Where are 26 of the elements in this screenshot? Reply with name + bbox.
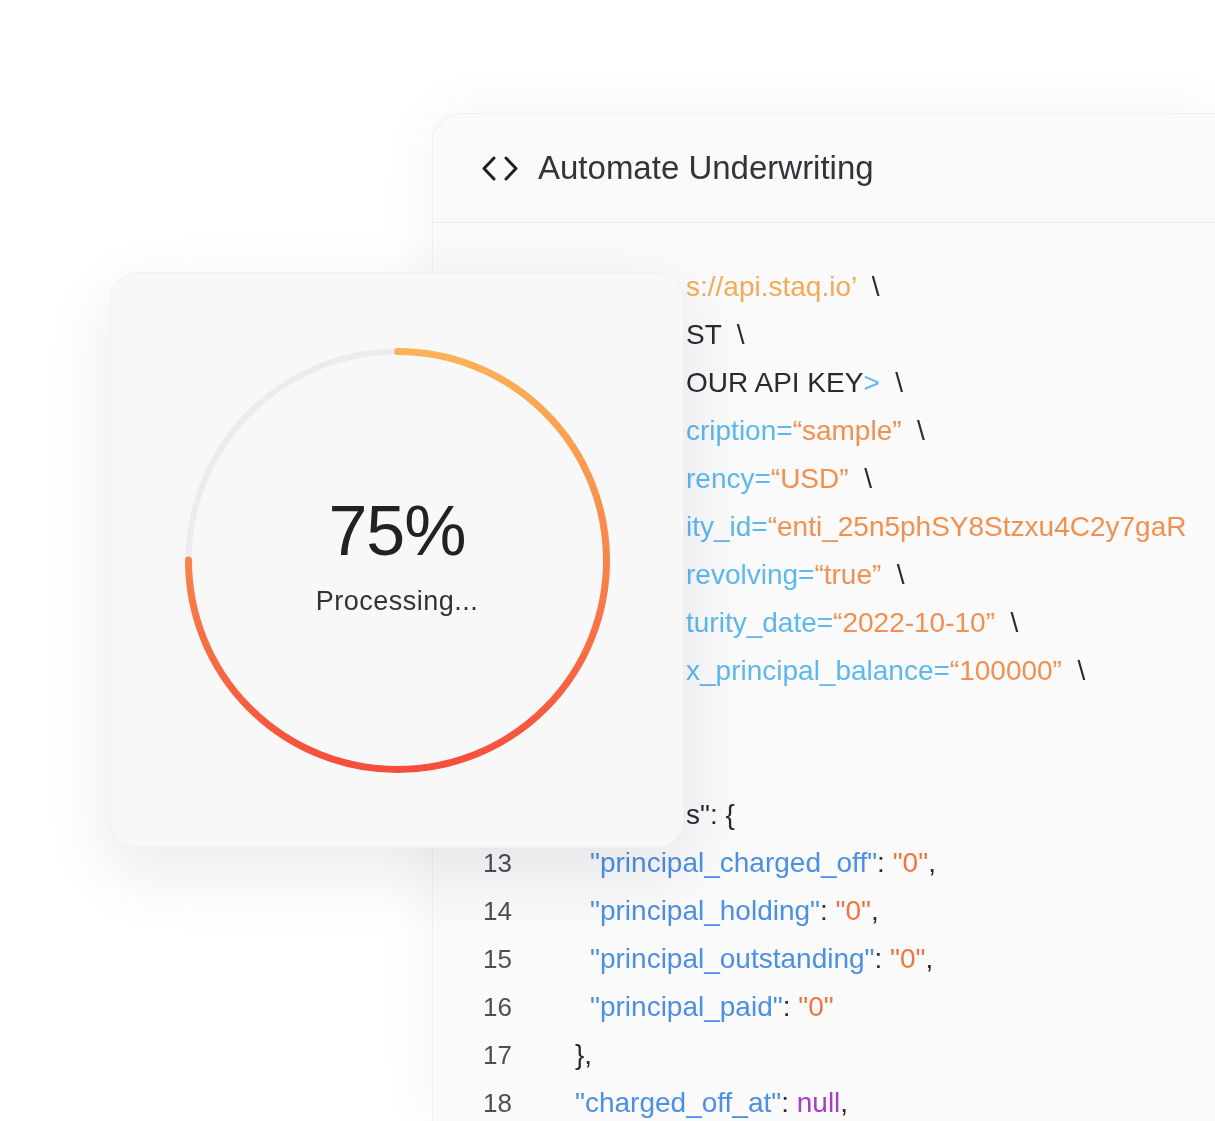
code-line: "principal_charged_off": "0", <box>590 846 936 880</box>
code-line: }, <box>575 1038 593 1072</box>
line-number: 16 <box>483 991 512 1024</box>
code-line: ST \ <box>686 319 745 350</box>
code-line: x_principal_balance=“100000” \ <box>686 655 1086 686</box>
progress-percent: 75% <box>328 495 466 567</box>
code-line: "principal_paid": "0" <box>590 990 834 1024</box>
code-line: "principal_holding": "0", <box>590 894 879 928</box>
line-number: 17 <box>483 1039 512 1072</box>
code-icon <box>481 155 519 181</box>
code-line: rency=“USD” \ <box>686 463 872 494</box>
code-line: ity_id=“enti_25n5phSY8Stzxu4C2y7gaR <box>686 511 1187 542</box>
line-number: 18 <box>483 1087 512 1120</box>
code-line: "principal_outstanding": "0", <box>590 942 934 976</box>
code-line: turity_date=“2022-10-10” \ <box>686 607 1019 638</box>
status-label: Processing... <box>315 585 479 617</box>
code-line: s": { <box>686 799 735 830</box>
code-line: s://api.staq.io’ \ <box>686 271 880 302</box>
line-number: 14 <box>483 895 512 928</box>
line-number: 15 <box>483 943 512 976</box>
code-line: OUR API KEY> \ <box>686 367 904 398</box>
panel-title: Automate Underwriting <box>538 148 874 188</box>
code-line: "charged_off_at": null, <box>575 1086 849 1120</box>
code-line: revolving=“true” \ <box>686 559 905 590</box>
line-number: 13 <box>483 847 512 880</box>
code-line: cription=“sample” \ <box>686 415 925 446</box>
